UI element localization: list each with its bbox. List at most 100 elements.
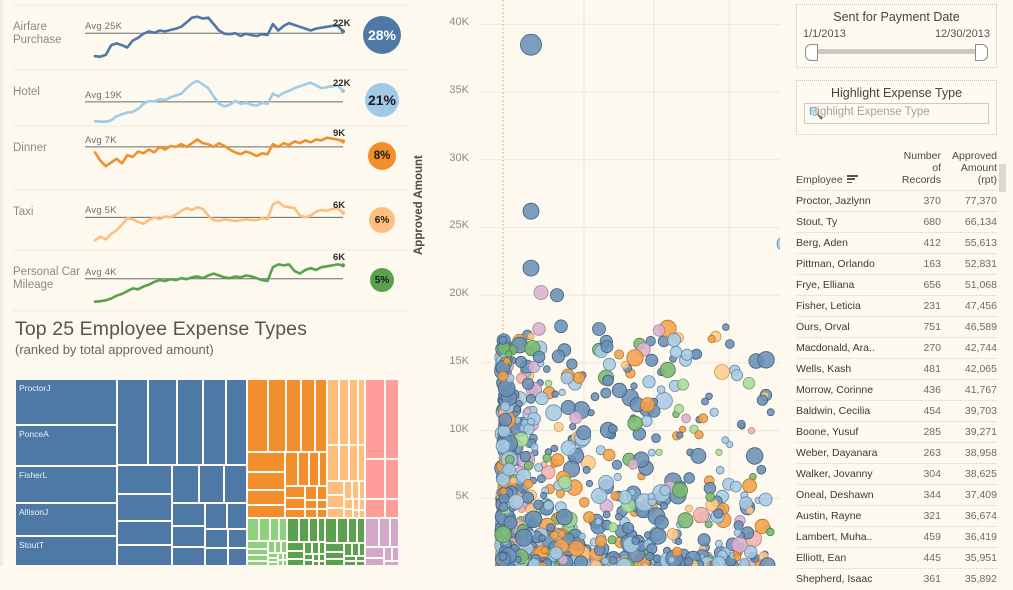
scatter-point[interactable] [579,497,590,508]
treemap-cell[interactable] [259,518,270,542]
treemap-cell[interactable] [301,379,316,453]
treemap-cell[interactable] [343,481,352,500]
scatter-point[interactable] [756,464,767,475]
treemap-cell[interactable] [284,498,305,509]
treemap-cell[interactable] [365,498,385,518]
table-row[interactable]: Baldwin, Cecilia 454 39,703 [796,400,997,421]
scatter-point[interactable] [680,348,693,361]
scatter-point[interactable] [560,440,577,457]
treemap-cell[interactable] [247,379,268,453]
treemap-cell[interactable] [392,547,399,562]
table-row[interactable]: Pittman, Orlando 163 52,831 [796,253,997,274]
treemap-cell[interactable] [357,379,365,446]
treemap-cell[interactable] [365,547,384,558]
treemap-cell[interactable] [325,559,344,566]
scatter-point[interactable] [602,510,611,519]
scatter-point[interactable] [551,390,559,398]
scatter-point[interactable] [655,391,673,410]
table-body-scroll-area[interactable]: Proctor, Jazlynn 370 77,370 Stout, Ty 680 66,… [796,190,997,590]
scatter-point[interactable] [527,417,535,426]
scatter-point[interactable] [631,536,640,545]
treemap-cell[interactable] [303,541,312,554]
treemap-cell[interactable] [267,379,286,453]
scatter-point[interactable] [497,379,516,398]
scatter-point[interactable] [652,324,666,337]
treemap-cell[interactable] [385,379,399,460]
scatter-point[interactable] [554,319,568,334]
scatter-point[interactable] [587,409,595,417]
scatter-point[interactable] [509,476,518,485]
scatter-point[interactable] [504,454,515,465]
treemap-cell[interactable] [287,541,304,552]
treemap-cell[interactable] [202,379,227,465]
scatter-point[interactable] [714,364,730,380]
table-row[interactable]: Walker, Jovanny 304 38,625 [796,463,997,484]
treemap-cell[interactable] [284,452,298,486]
scatter-point[interactable] [557,475,572,490]
scatter-point[interactable] [766,527,775,537]
treemap-cell[interactable] [228,528,247,549]
treemap-cell[interactable] [365,557,384,566]
treemap-cell[interactable] [116,494,172,521]
treemap-cell[interactable] [227,503,247,529]
treemap-cell[interactable] [247,504,285,518]
scatter-point[interactable] [766,408,775,417]
scatter-point[interactable] [756,394,768,406]
scatter-point[interactable] [666,528,679,541]
treemap-cell[interactable] [247,541,268,549]
scatter-point[interactable] [757,351,775,369]
treemap-cell[interactable] [247,472,285,490]
scatter-point[interactable] [538,534,546,542]
scatter-point[interactable] [690,447,707,464]
treemap-cell[interactable] [357,518,365,543]
treemap-cell[interactable] [308,452,319,486]
scatter-point[interactable] [671,546,682,557]
table-row[interactable]: Austin, Rayne 321 36,674 [796,505,997,526]
scatter-point[interactable] [585,479,594,488]
table-row[interactable]: Wells, Kash 481 42,065 [796,358,997,379]
treemap-cell[interactable] [116,379,149,465]
treemap-cell[interactable] [317,518,325,542]
scatter-point[interactable] [659,501,668,510]
scatter-point[interactable] [684,557,694,567]
scatter-point[interactable] [627,458,639,470]
column-header-records[interactable]: Number of Records [891,150,941,186]
table-row[interactable]: Stout, Ty 680 66,134 [796,211,997,232]
treemap-cell[interactable] [385,459,399,499]
table-row[interactable]: Ours, Orval 751 46,589 [796,316,997,337]
treemap-cell[interactable] [317,509,327,518]
treemap-cell[interactable] [269,518,280,542]
table-row[interactable]: Boone, Yusuf 285 39,271 [796,421,997,442]
scatter-point[interactable] [659,361,676,378]
treemap-cell[interactable] [247,489,285,505]
scatter-point[interactable] [659,484,671,496]
treemap-cell[interactable] [247,518,260,542]
treemap-cell[interactable] [343,509,353,518]
scatter-point[interactable] [691,348,703,360]
scatter-point[interactable] [523,407,532,416]
scatter-point[interactable] [614,349,625,360]
scatter-point[interactable] [527,332,535,341]
scatter-point[interactable] [733,553,742,562]
treemap-cell[interactable] [304,509,318,518]
scatter-point[interactable] [602,374,614,387]
scatter-point[interactable] [556,508,573,526]
table-row[interactable]: Morrow, Corinne 436 41,767 [796,379,997,400]
scatter-point[interactable] [550,288,565,303]
scatter-point[interactable] [739,558,750,569]
treemap-cell[interactable] [318,452,327,486]
treemap-cell[interactable] [171,547,205,566]
scatter-plot-area[interactable] [474,0,816,575]
treemap-cell[interactable] [224,464,247,504]
treemap-cell[interactable] [171,464,200,504]
scatter-point[interactable] [560,371,574,385]
treemap-cell[interactable] [199,464,225,504]
treemap-cell[interactable] [337,518,348,543]
scatter-point[interactable] [742,377,756,390]
treemap-cell[interactable] [383,547,393,562]
scatter-point[interactable] [602,357,616,371]
scatter-point[interactable] [573,371,586,384]
scatter-point[interactable] [722,323,730,331]
scatter-point[interactable] [600,387,612,399]
scatter-point[interactable] [583,511,595,524]
